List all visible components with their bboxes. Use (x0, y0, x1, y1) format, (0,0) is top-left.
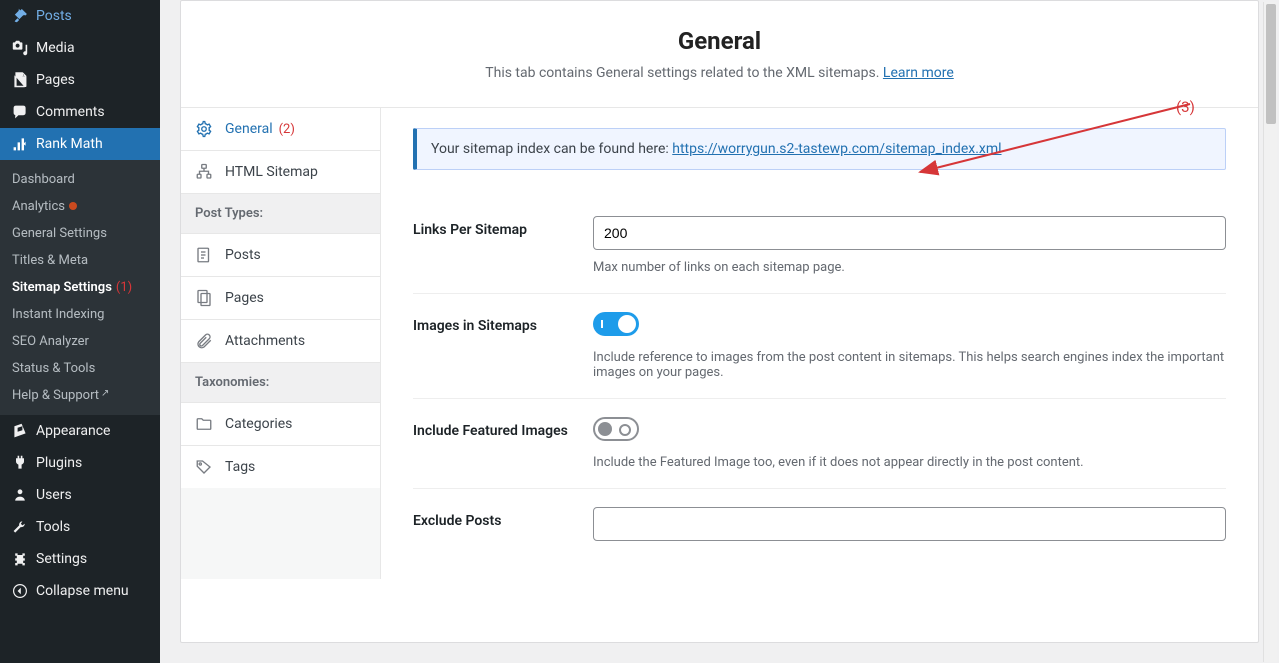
sidebar-item-collapse[interactable]: Collapse menu (0, 575, 160, 607)
rankmath-submenu: Dashboard Analytics General Settings Tit… (0, 160, 160, 415)
tab-attachments[interactable]: Attachments (181, 320, 380, 363)
folder-icon (195, 415, 217, 433)
sitemap-url-link[interactable]: https://worrygun.s2-tastewp.com/sitemap_… (672, 141, 1001, 157)
page-title: General (201, 27, 1238, 55)
sidebar-item-appearance[interactable]: Appearance (0, 415, 160, 447)
sidebar-item-comments[interactable]: Comments (0, 96, 160, 128)
page-description: This tab contains General settings relat… (201, 65, 1238, 81)
menu-label: Pages (36, 72, 75, 88)
tab-posts[interactable]: Posts (181, 234, 380, 277)
submenu-help-support[interactable]: Help & Support↗ (0, 382, 160, 409)
tab-label: Attachments (225, 333, 305, 349)
admin-sidebar: Posts Media Pages Comments Rank Math Das… (0, 0, 160, 663)
panel-header: General This tab contains General settin… (181, 1, 1258, 108)
sidebar-item-posts[interactable]: Posts (0, 0, 160, 32)
images-in-sitemaps-toggle[interactable] (593, 312, 639, 336)
menu-label: Posts (36, 8, 72, 24)
field-label: Exclude Posts (413, 507, 593, 541)
menu-label: Comments (36, 104, 105, 120)
menu-label: Users (36, 487, 72, 503)
field-include-featured-images: Include Featured Images Include the Feat… (413, 399, 1226, 489)
media-icon (10, 40, 30, 56)
sidebar-item-settings[interactable]: Settings (0, 543, 160, 575)
update-dot-icon (69, 202, 77, 210)
submenu-sitemap-settings[interactable]: Sitemap Settings(1) (0, 274, 160, 301)
tab-label: Pages (225, 290, 264, 306)
tag-icon (195, 458, 217, 476)
tab-label: Tags (225, 459, 255, 475)
annotation-1: (1) (116, 280, 132, 295)
tab-section-taxonomies: Taxonomies: (181, 363, 380, 403)
comment-icon (10, 104, 30, 120)
posts-icon (195, 246, 217, 264)
field-images-in-sitemaps: Images in Sitemaps Include reference to … (413, 294, 1226, 399)
rankmath-icon (10, 136, 30, 152)
field-links-per-sitemap: Links Per Sitemap Max number of links on… (413, 198, 1226, 294)
sidebar-item-rankmath[interactable]: Rank Math (0, 128, 160, 160)
settings-icon (10, 551, 30, 567)
field-description: Max number of links on each sitemap page… (593, 260, 1226, 275)
menu-label: Tools (36, 519, 70, 535)
field-label: Include Featured Images (413, 417, 593, 470)
submenu-general-settings[interactable]: General Settings (0, 220, 160, 247)
menu-label: Rank Math (36, 136, 103, 152)
scrollbar-thumb[interactable] (1266, 4, 1276, 124)
settings-panel: General This tab contains General settin… (180, 0, 1259, 643)
menu-label: Collapse menu (36, 583, 129, 599)
tools-icon (10, 519, 30, 535)
annotation-3: (3) (1176, 98, 1195, 116)
submenu-instant-indexing[interactable]: Instant Indexing (0, 301, 160, 328)
scrollbar[interactable] (1263, 2, 1277, 662)
sidebar-item-tools[interactable]: Tools (0, 511, 160, 543)
attachment-icon (195, 332, 217, 350)
exclude-posts-input[interactable] (593, 507, 1226, 541)
tab-label: Posts (225, 247, 261, 263)
tab-tags[interactable]: Tags (181, 446, 380, 488)
users-icon (10, 487, 30, 503)
field-description: Include reference to images from the pos… (593, 350, 1226, 380)
appearance-icon (10, 423, 30, 439)
sitemap-notice: Your sitemap index can be found here: ht… (413, 128, 1226, 170)
gear-icon (195, 120, 217, 138)
collapse-icon (10, 583, 30, 599)
field-label: Links Per Sitemap (413, 216, 593, 275)
sitemap-icon (195, 163, 217, 181)
tab-label: Categories (225, 416, 292, 432)
sidebar-item-plugins[interactable]: Plugins (0, 447, 160, 479)
content-area: General This tab contains General settin… (160, 0, 1279, 663)
settings-tabs: General (2) HTML Sitemap Post Types: Pos… (181, 108, 381, 579)
field-label: Images in Sitemaps (413, 312, 593, 380)
external-link-icon: ↗ (101, 388, 109, 399)
field-description: Include the Featured Image too, even if … (593, 455, 1226, 470)
learn-more-link[interactable]: Learn more (883, 65, 954, 81)
tab-label: General (225, 121, 273, 137)
submenu-titles-meta[interactable]: Titles & Meta (0, 247, 160, 274)
tab-general[interactable]: General (2) (181, 108, 380, 151)
annotation-2: (2) (279, 122, 295, 137)
menu-label: Plugins (36, 455, 82, 471)
pages-icon (10, 72, 30, 88)
sidebar-item-pages[interactable]: Pages (0, 64, 160, 96)
plugins-icon (10, 455, 30, 471)
menu-label: Appearance (36, 423, 110, 439)
page-icon (195, 289, 217, 307)
tab-categories[interactable]: Categories (181, 403, 380, 446)
submenu-seo-analyzer[interactable]: SEO Analyzer (0, 328, 160, 355)
tab-label: HTML Sitemap (225, 164, 318, 180)
settings-fields: Your sitemap index can be found here: ht… (381, 108, 1258, 579)
submenu-dashboard[interactable]: Dashboard (0, 166, 160, 193)
sidebar-item-media[interactable]: Media (0, 32, 160, 64)
tab-pages[interactable]: Pages (181, 277, 380, 320)
tab-html-sitemap[interactable]: HTML Sitemap (181, 151, 380, 194)
tab-section-post-types: Post Types: (181, 194, 380, 234)
menu-label: Settings (36, 551, 87, 567)
field-exclude-posts: Exclude Posts (413, 489, 1226, 559)
include-featured-images-toggle[interactable] (593, 417, 639, 441)
pin-icon (10, 8, 30, 24)
links-per-sitemap-input[interactable] (593, 216, 1226, 250)
submenu-analytics[interactable]: Analytics (0, 193, 160, 220)
sidebar-item-users[interactable]: Users (0, 479, 160, 511)
menu-label: Media (36, 40, 75, 56)
submenu-status-tools[interactable]: Status & Tools (0, 355, 160, 382)
